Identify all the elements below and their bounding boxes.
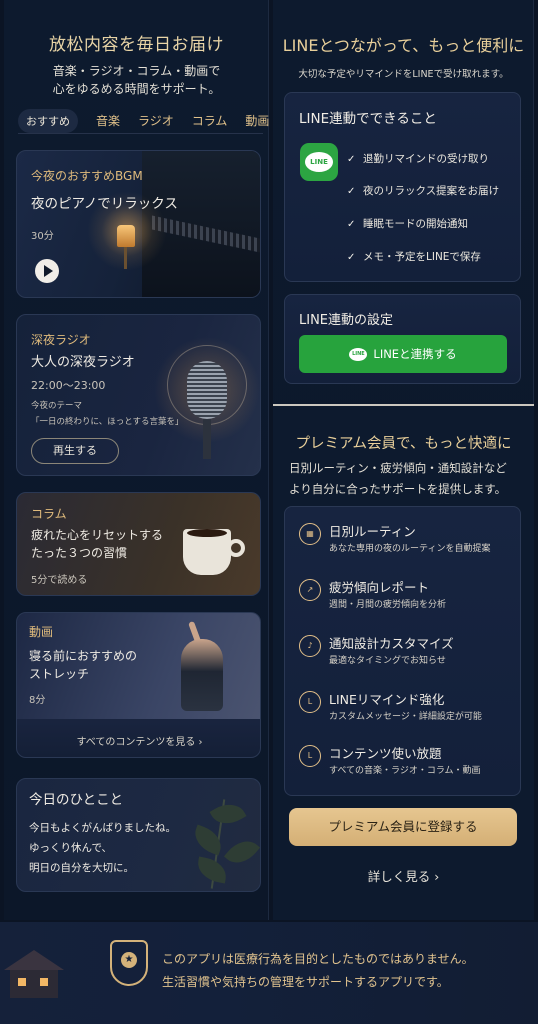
radio-theme-label: 今夜のテーマ	[31, 401, 83, 411]
disclaimer-footer: ★ このアプリは医療行為を目的としたものではありません。 生活習慣や気持ちの管理…	[0, 922, 538, 1024]
calendar-icon: ▦	[299, 523, 321, 545]
check-icon: ✓	[347, 219, 356, 230]
video-title-line2: ストレッチ	[29, 667, 90, 681]
line-logo-icon: LINE	[349, 348, 368, 361]
line-feature-item: ✓ メモ・予定をLINEで保存	[347, 251, 481, 263]
check-icon: ✓	[347, 154, 356, 165]
line-settings-panel: LINE連動の設定 LINE LINEと連携する	[284, 294, 521, 384]
premium-section: プレミアム会員で、もっと快適に 日別ルーティン・疲労傾向・通知設計など より自分…	[273, 404, 534, 920]
bgm-title: 夜のピアノでリラックス	[31, 196, 178, 212]
disclaimer-text: このアプリは医療行為を目的としたものではありません。 生活習慣や気持ちの管理をサ…	[162, 948, 534, 994]
video-title-line1: 寝る前におすすめの	[29, 649, 138, 663]
tab-video[interactable]: 動画	[245, 112, 269, 129]
connect-line-button[interactable]: LINE LINEと連携する	[299, 335, 507, 373]
line-feature-item: ✓ 睡眠モードの開始通知	[347, 218, 468, 230]
radio-theme: 「一日の終わりに、ほっとする言葉を」	[31, 417, 184, 427]
check-icon: ✓	[347, 252, 356, 263]
premium-signup-button[interactable]: プレミアム会員に登録する	[289, 808, 517, 846]
disclaimer-line2: 生活習慣や気持ちの管理をサポートするアプリです。	[162, 975, 449, 989]
line-features-panel: LINE連動でできること LINE ✓ 退勤リマインドの受け取り ✓ 夜のリラックス…	[284, 92, 521, 282]
tab-column[interactable]: コラム	[192, 112, 228, 129]
line-settings-title: LINE連動の設定	[299, 313, 394, 328]
column-label: コラム	[31, 507, 67, 521]
quote-title: 今日のひとこと	[29, 792, 124, 808]
quote-line1: 今日もよくがんばりましたね。	[29, 822, 176, 834]
radio-label: 深夜ラジオ	[31, 333, 91, 347]
bgm-duration: 30分	[31, 231, 54, 242]
line-feature-item: ✓ 退勤リマインドの受け取り	[347, 153, 489, 165]
line-app-icon: LINE	[300, 143, 338, 181]
bgm-label: 今夜のおすすめBGM	[31, 169, 143, 183]
content-title: 放松内容を毎日お届け	[49, 35, 224, 55]
settings-column: LINEとつながって、もっと便利に 大切な予定やリマインドをLINEで受け取れま…	[273, 0, 534, 920]
column-title-line2: たった３つの習慣	[31, 546, 128, 560]
quote-line2: ゆっくり休んで、	[29, 842, 113, 854]
see-all-link[interactable]: すべてのコンテンツを見る ›	[17, 733, 260, 748]
line-icon: L	[299, 745, 321, 767]
radio-time: 22:00〜23:00	[31, 379, 106, 392]
premium-subtitle: 日別ルーティン・疲労傾向・通知設計など より自分に合ったサポートを提供します。	[289, 461, 507, 496]
chart-icon: ↗	[299, 579, 321, 601]
check-icon: ✓	[347, 186, 356, 197]
video-card[interactable]: 動画 寝る前におすすめの ストレッチ 8分 すべてのコンテンツを見る ›	[16, 612, 261, 758]
column-read-time: 5分で読める	[31, 575, 88, 586]
category-tabs: おすすめ 音楽 ラジオ コラム 動画	[18, 108, 269, 134]
radio-title: 大人の深夜ラジオ	[31, 355, 135, 370]
column-title-line1: 疲れた心をリセットする	[31, 528, 164, 542]
tab-recommended[interactable]: おすすめ	[18, 108, 78, 133]
line-section-title: LINEとつながって、もっと便利に	[282, 36, 525, 55]
content-subtitle-line1: 音楽・ラジオ・コラム・動画で	[52, 64, 221, 78]
disclaimer-line1: このアプリは医療行為を目的としたものではありません。	[162, 952, 474, 966]
content-column: 放松内容を毎日お届け 音楽・ラジオ・コラム・動画で 心をゆるめる時間をサポート。…	[4, 0, 269, 920]
daily-quote-card: 今日のひとこと 今日もよくがんばりましたね。 ゆっくり休んで、 明日の自分を大切…	[16, 778, 261, 892]
radio-card[interactable]: 深夜ラジオ 大人の深夜ラジオ 22:00〜23:00 今夜のテーマ 「一日の終わ…	[16, 314, 261, 476]
lamp-image	[117, 225, 135, 247]
premium-features-panel: ▦ 日別ルーティン あなた専用の夜のルーティンを自動提案 ↗ 疲労傾向レポート …	[284, 506, 521, 796]
content-subtitle: 音楽・ラジオ・コラム・動画で 心をゆるめる時間をサポート。	[4, 62, 269, 98]
video-duration: 8分	[29, 695, 46, 706]
tab-music[interactable]: 音楽	[96, 112, 120, 129]
premium-title: プレミアム会員で、もっと快適に	[295, 436, 512, 452]
line-feature-item: ✓ 夜のリラックス提案をお届け	[347, 185, 500, 197]
microphone-image	[187, 361, 227, 419]
tab-radio[interactable]: ラジオ	[138, 112, 174, 129]
play-icon[interactable]	[35, 259, 59, 283]
line-icon: L	[299, 691, 321, 713]
line-section-subtitle: 大切な予定やリマインドをLINEで受け取れます。	[298, 69, 509, 80]
quote-line3: 明日の自分を大切に。	[29, 862, 134, 874]
house-image	[4, 950, 64, 998]
bell-icon: ♪	[299, 635, 321, 657]
shield-icon: ★	[110, 940, 148, 986]
column-card[interactable]: コラム 疲れた心をリセットする たった３つの習慣 5分で読める	[16, 492, 261, 596]
learn-more-link[interactable]: 詳しく見る ›	[273, 866, 534, 885]
line-features-title: LINE連動でできること	[299, 111, 437, 127]
play-radio-button[interactable]: 再生する	[31, 438, 119, 464]
bgm-card[interactable]: 今夜のおすすめBGM 夜のピアノでリラックス 30分	[16, 150, 261, 298]
video-label: 動画	[29, 625, 54, 639]
content-subtitle-line2: 心をゆるめる時間をサポート。	[52, 82, 221, 96]
